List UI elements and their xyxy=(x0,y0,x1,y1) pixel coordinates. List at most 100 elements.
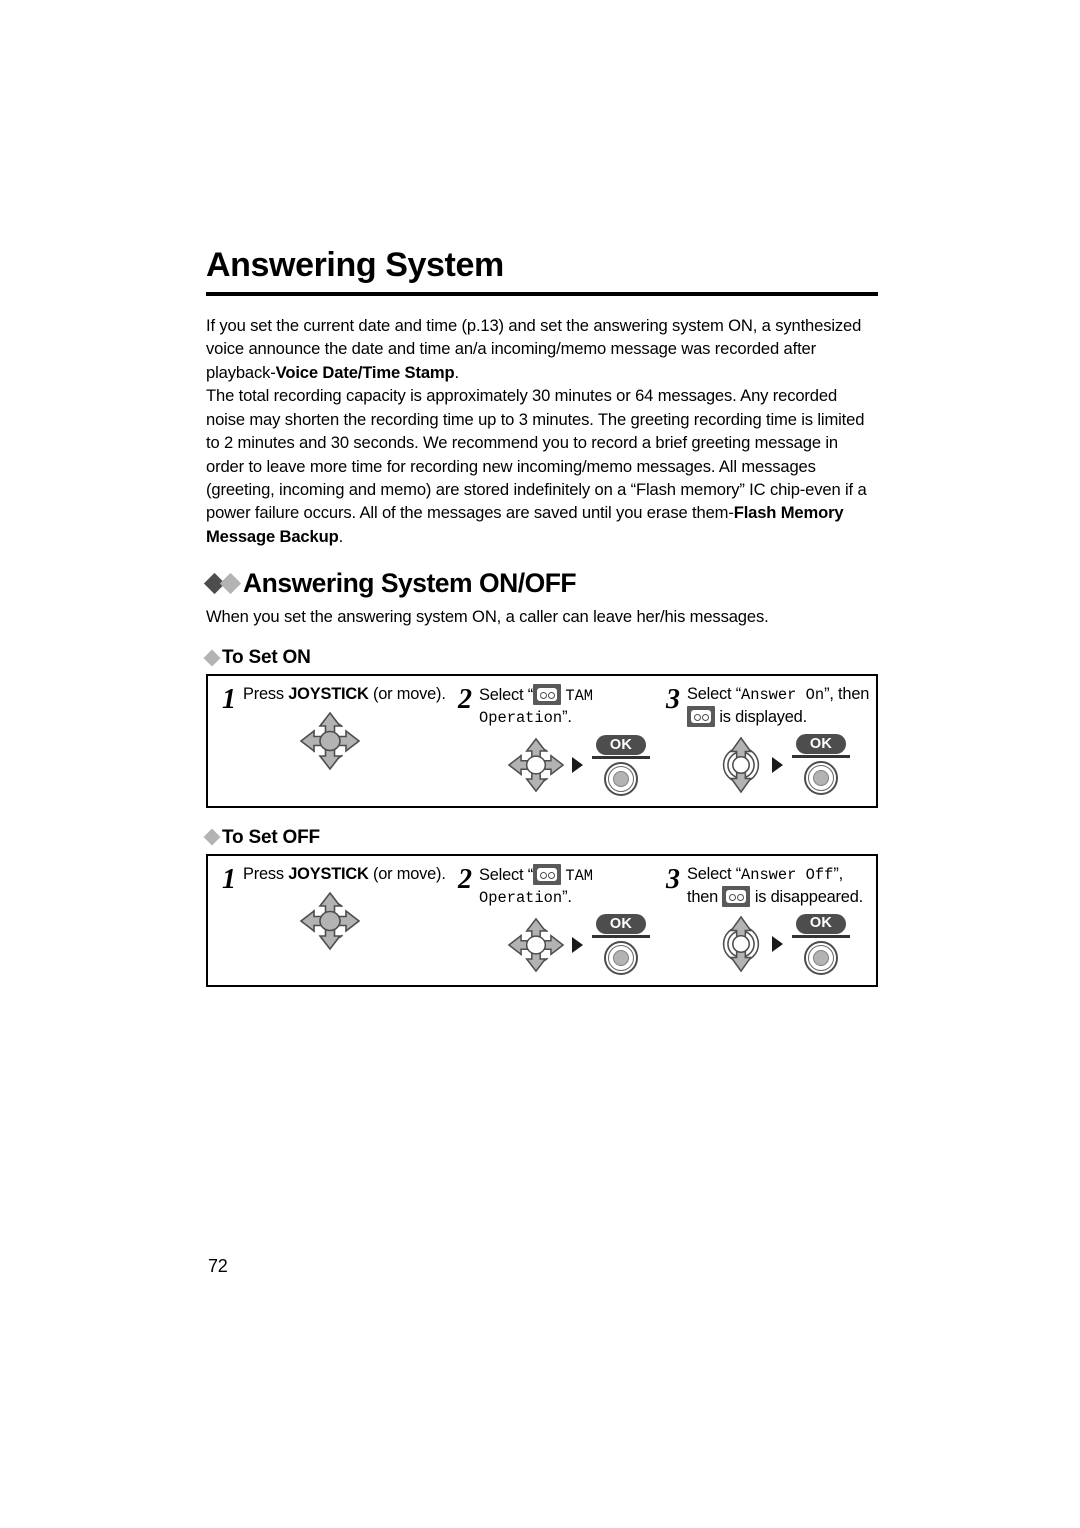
step-2: 2 Select “ TAM Operation”. OK xyxy=(456,684,664,796)
page-content: Answering System If you set the current … xyxy=(203,246,878,988)
step-text-mono: Answer Off xyxy=(740,865,834,884)
step-text-bold: JOYSTICK xyxy=(288,864,369,883)
document-page: Answering System If you set the current … xyxy=(0,0,1080,1528)
step-2: 2 Select “ TAM Operation”. OK xyxy=(456,863,664,976)
step-body: Select “Answer Off”, then is disappeared… xyxy=(687,864,874,975)
step-body: Select “ TAM Operation”. OK xyxy=(479,684,664,796)
section-heading-label: Answering System ON/OFF xyxy=(243,568,577,599)
step-number: 3 xyxy=(666,684,680,716)
procedure-box-off: 1 Press JOYSTICK (or move). 2 Select “ T… xyxy=(206,853,878,988)
step-body: Press JOYSTICK (or move). xyxy=(243,864,456,951)
step-text-mid: ”, then xyxy=(824,685,870,704)
ok-key-group[interactable]: OK xyxy=(590,734,652,796)
step-text-prefix: Select “ xyxy=(687,864,741,883)
step-1: 1 Press JOYSTICK (or move). xyxy=(208,864,456,975)
joystick-4way-icon xyxy=(507,917,565,973)
joystick-4way-icon xyxy=(507,737,565,793)
ok-key-button-icon[interactable] xyxy=(604,941,638,976)
joystick-4way-icon xyxy=(299,711,361,771)
intro-paragraph-1: If you set the current date and time (p.… xyxy=(206,314,878,384)
right-arrow-icon xyxy=(572,757,583,774)
ok-key-label[interactable]: OK xyxy=(596,914,646,935)
title-divider xyxy=(206,291,878,296)
step-1: 1 Press JOYSTICK (or move). xyxy=(208,684,456,795)
step-text-mono: Answer On xyxy=(740,686,825,705)
ok-key-label[interactable]: OK xyxy=(796,734,846,755)
ok-key-group[interactable]: OK xyxy=(790,734,852,796)
step-icon-row: OK xyxy=(687,734,874,796)
step-instruction: Press JOYSTICK (or move). xyxy=(243,684,456,705)
step-instruction: Select “Answer Off”, then is disappeared… xyxy=(687,864,874,908)
ok-key-underline xyxy=(592,935,650,939)
step-instruction: Select “ TAM Operation”. xyxy=(479,684,664,728)
step-instruction: Select “Answer On”, then is displayed. xyxy=(687,684,874,728)
ok-key-label[interactable]: OK xyxy=(596,734,646,755)
step-icon-row xyxy=(243,891,456,951)
procedure-box-on: 1 Press JOYSTICK (or move). 2 Select “ T… xyxy=(206,674,878,808)
step-text-prefix: Select “ xyxy=(479,865,533,884)
step-instruction: Press JOYSTICK (or move). xyxy=(243,864,456,885)
step-text-suffix: is displayed. xyxy=(715,708,807,727)
joystick-4way-icon xyxy=(299,891,361,951)
joystick-updown-icon xyxy=(717,736,765,794)
double-diamond-bullet-icon xyxy=(203,573,242,595)
step-text-prefix: Select “ xyxy=(479,686,533,705)
sub-heading-to-set-on: To Set ON xyxy=(203,647,878,669)
step-number: 2 xyxy=(458,863,472,895)
step-3: 3 Select “Answer On”, then is displayed. xyxy=(664,684,874,796)
step-number: 2 xyxy=(458,684,472,716)
joystick-updown-icon xyxy=(717,915,765,973)
sub-heading-label: To Set OFF xyxy=(222,826,320,848)
step-icon-row xyxy=(243,711,456,771)
intro-paragraph-1-bold: Voice Date/Time Stamp xyxy=(275,362,455,382)
intro-paragraph-2-tail: . xyxy=(338,526,344,546)
step-number: 3 xyxy=(666,863,680,895)
step-instruction: Select “ TAM Operation”. xyxy=(479,863,664,908)
step-text-prefix: Press xyxy=(243,685,289,704)
step-text-suffix: (or move). xyxy=(368,685,446,704)
ok-key-label[interactable]: OK xyxy=(796,913,846,934)
step-body: Press JOYSTICK (or move). xyxy=(243,684,456,771)
tam-cassette-icon xyxy=(687,706,715,728)
step-text-bold: JOYSTICK xyxy=(288,685,369,704)
ok-key-underline xyxy=(792,755,850,759)
ok-key-button-icon[interactable] xyxy=(804,761,838,796)
ok-key-group[interactable]: OK xyxy=(790,913,852,975)
tam-cassette-icon xyxy=(532,863,561,885)
ok-key-underline xyxy=(792,934,850,938)
intro-paragraph-2-text: The total recording capacity is approxim… xyxy=(206,386,867,523)
step-text-prefix: Press xyxy=(243,864,289,883)
step-text-suffix: ”. xyxy=(562,887,572,906)
page-title: Answering System xyxy=(206,246,504,284)
ok-key-underline xyxy=(592,755,650,759)
section-intro-text: When you set the answering system ON, a … xyxy=(206,606,769,626)
tam-cassette-icon xyxy=(722,885,751,907)
intro-paragraph-1-tail: . xyxy=(454,362,460,382)
step-number: 1 xyxy=(222,863,236,895)
tam-cassette-icon xyxy=(532,684,561,706)
diamond-light-icon xyxy=(219,573,242,595)
step-body: Select “ TAM Operation”. OK xyxy=(479,863,664,976)
ok-key-button-icon[interactable] xyxy=(804,940,838,975)
sub-heading-to-set-off: To Set OFF xyxy=(203,826,878,848)
step-icon-row: OK xyxy=(687,913,874,975)
diamond-bullet-icon xyxy=(203,649,221,667)
ok-key-button-icon[interactable] xyxy=(604,761,638,796)
right-arrow-icon xyxy=(772,936,783,953)
sub-heading-label: To Set ON xyxy=(222,647,311,669)
section-heading: Answering System ON/OFF xyxy=(203,568,878,599)
step-text-suffix: is disappeared. xyxy=(750,887,863,906)
step-3: 3 Select “Answer Off”, then is disappear… xyxy=(664,864,874,975)
right-arrow-icon xyxy=(772,756,783,773)
intro-paragraph-2: The total recording capacity is approxim… xyxy=(206,384,878,548)
step-number: 1 xyxy=(222,684,236,716)
step-text-prefix: Select “ xyxy=(687,685,741,704)
step-text-suffix: (or move). xyxy=(368,864,446,883)
diamond-bullet-icon xyxy=(203,828,221,846)
step-icon-row: OK xyxy=(479,914,664,976)
page-number: 72 xyxy=(208,1256,228,1276)
step-body: Select “Answer On”, then is displayed. O… xyxy=(687,684,874,796)
ok-key-group[interactable]: OK xyxy=(590,914,652,976)
right-arrow-icon xyxy=(572,936,583,953)
step-icon-row: OK xyxy=(479,734,664,796)
